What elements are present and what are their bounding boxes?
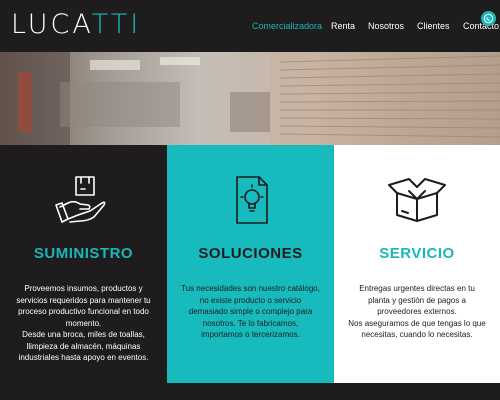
column-soluciones: SOLUCIONES Tus necesidades son nuestro c… (167, 145, 334, 383)
nav-item-renta[interactable]: Renta (331, 21, 355, 31)
column-description: Proveemos insumos, productos y servicios… (16, 284, 151, 362)
logo-accent-text: TTI (91, 9, 142, 40)
hand-box-icon (54, 175, 114, 225)
lightbulb-document-icon (221, 175, 281, 225)
column-description: Entregas urgentes directas en tu planta … (348, 284, 486, 339)
column-servicio: SERVICIO Entregas urgentes directas en t… (334, 145, 500, 383)
hero-banner-image (0, 52, 500, 145)
column-heading: SERVICIO (379, 245, 455, 262)
column-heading: SOLUCIONES (198, 245, 303, 262)
brand-logo[interactable]: LUCATTI (11, 10, 141, 40)
column-heading: SUMINISTRO (33, 245, 134, 262)
header-bar: LUCATTI Comercializadora Renta Nosotros … (0, 0, 500, 52)
main-nav: Comercializadora Renta Nosotros Clientes… (252, 21, 500, 35)
column-description: Tus necesidades son nuestro catálogo, no… (181, 284, 320, 339)
open-box-icon (387, 175, 447, 225)
logo-main-text: LUCA (11, 9, 92, 40)
nav-item-nosotros[interactable]: Nosotros (368, 21, 404, 31)
whatsapp-chat-icon[interactable] (481, 11, 496, 26)
nav-item-clientes[interactable]: Clientes (417, 21, 450, 31)
column-suministro: SUMINISTRO Proveemos insumos, productos … (0, 145, 167, 383)
nav-item-comercializadora[interactable]: Comercializadora (252, 21, 322, 31)
footer-strip (0, 383, 500, 400)
